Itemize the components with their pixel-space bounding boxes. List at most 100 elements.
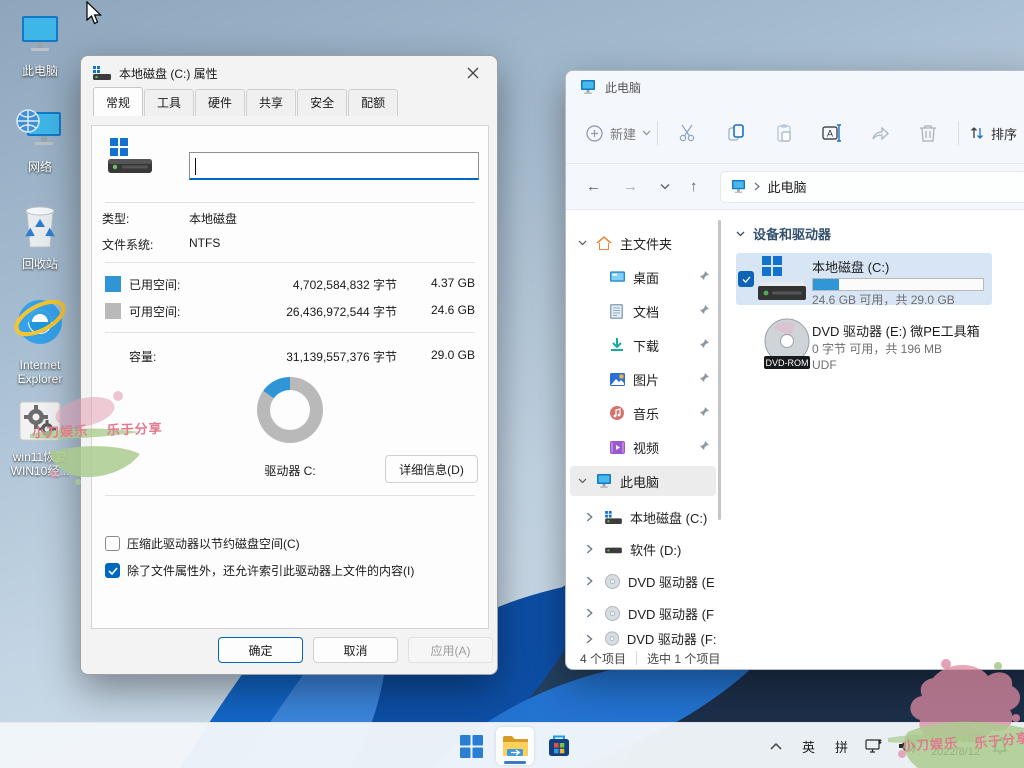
- tab-quota[interactable]: 配额: [348, 89, 398, 116]
- taskbar: 英 拼 14:55 2022/8/12: [0, 722, 1024, 768]
- sidebar-item-this-pc[interactable]: 此电脑: [570, 466, 716, 496]
- new-button[interactable]: 新建: [586, 124, 651, 143]
- sidebar-item-dvd-e[interactable]: DVD 驱动器 (E: [570, 566, 716, 596]
- tab-tools[interactable]: 工具: [144, 89, 194, 116]
- drive-icon: [93, 66, 111, 80]
- free-space-label: 可用空间:: [129, 303, 180, 320]
- explorer-body: 主文件夹 桌面 文档: [566, 210, 1024, 647]
- taskbar-microsoft-store[interactable]: [540, 727, 578, 765]
- tab-hardware[interactable]: 硬件: [195, 89, 245, 116]
- rename-button[interactable]: A: [808, 123, 856, 143]
- svg-text:A: A: [827, 129, 833, 139]
- dvd-icon: [605, 574, 620, 589]
- start-button[interactable]: [452, 727, 490, 765]
- status-selected-count: 选中 1 个项目: [647, 650, 720, 667]
- chevron-right-icon[interactable]: [586, 544, 593, 554]
- home-icon: [596, 236, 612, 250]
- filesystem-label: 文件系统:: [102, 236, 153, 253]
- index-checkbox[interactable]: [105, 563, 120, 578]
- music-icon: [610, 406, 624, 420]
- status-item-count: 4 个项目: [580, 650, 626, 667]
- sidebar-item-downloads[interactable]: 下载: [570, 330, 716, 360]
- index-checkbox-row[interactable]: 除了文件属性外，还允许索引此驱动器上文件的内容(I): [105, 562, 414, 579]
- ok-button[interactable]: 确定: [218, 637, 303, 663]
- chevron-right-icon[interactable]: [586, 512, 593, 522]
- desktop-icon-label: 此电脑: [2, 64, 78, 78]
- sidebar-item-dvd-clipped[interactable]: DVD 驱动器 (F:): [570, 630, 716, 647]
- compress-checkbox[interactable]: [105, 536, 120, 551]
- drive-tile-dvd-e[interactable]: DVD-ROM DVD 驱动器 (E:) 微PE工具箱 0 字节 可用，共 19…: [736, 315, 992, 373]
- cut-button[interactable]: [664, 123, 712, 143]
- hidden-icons-chevron[interactable]: [770, 742, 782, 750]
- sidebar-item-drive-c[interactable]: 本地磁盘 (C:): [570, 502, 716, 532]
- share-button[interactable]: [856, 123, 904, 143]
- cancel-button[interactable]: 取消: [313, 637, 398, 663]
- sidebar-item-videos[interactable]: 视频: [570, 432, 716, 462]
- drive-name: DVD 驱动器 (E:) 微PE工具箱: [812, 321, 980, 340]
- copy-button[interactable]: [712, 123, 760, 143]
- chevron-right-icon[interactable]: [586, 576, 593, 586]
- taskbar-file-explorer[interactable]: [496, 727, 534, 765]
- video-icon: [610, 441, 625, 454]
- volume-label-input[interactable]: [189, 152, 479, 180]
- speaker-icon[interactable]: [898, 738, 916, 754]
- copy-icon: [726, 123, 746, 143]
- sidebar-item-drive-d[interactable]: 软件 (D:): [570, 534, 716, 564]
- desktop-icon-this-pc[interactable]: 此电脑: [2, 14, 78, 78]
- sidebar-item-desktop[interactable]: 桌面: [570, 262, 716, 292]
- pictures-icon: [610, 373, 625, 386]
- desktop-icon-network[interactable]: 网络: [2, 108, 78, 174]
- chevron-right-icon[interactable]: [586, 608, 593, 618]
- download-arrow-icon: [610, 338, 624, 353]
- pin-icon: [699, 372, 710, 383]
- tab-sharing[interactable]: 共享: [246, 89, 296, 116]
- ime-pinyin[interactable]: 拼: [835, 737, 848, 756]
- tab-security[interactable]: 安全: [297, 89, 347, 116]
- apply-button[interactable]: 应用(A): [408, 637, 493, 663]
- clock-time: 14:55: [931, 733, 980, 746]
- desktop-icon-internet-explorer[interactable]: Internet Explorer: [2, 292, 78, 386]
- chevron-down-icon[interactable]: [578, 476, 590, 487]
- tab-general[interactable]: 常规: [93, 87, 143, 116]
- general-tab-page: 类型: 本地磁盘 文件系统: NTFS 已用空间: 4,702,584,832 …: [91, 125, 489, 629]
- close-icon[interactable]: [451, 58, 495, 88]
- desktop-icon-label: 网络: [2, 160, 78, 174]
- sidebar-item-pictures[interactable]: 图片: [570, 364, 716, 394]
- desktop-icon-label: Internet Explorer: [2, 358, 78, 386]
- sort-arrows-icon: [969, 125, 985, 141]
- delete-button[interactable]: [904, 123, 952, 143]
- chevron-down-icon[interactable]: [578, 238, 590, 249]
- sort-button[interactable]: 排序: [969, 124, 1017, 143]
- network-icon[interactable]: [865, 738, 884, 755]
- back-icon[interactable]: ←: [586, 178, 601, 195]
- section-devices-and-drives[interactable]: 设备和驱动器: [736, 224, 831, 243]
- forward-icon[interactable]: →: [623, 178, 638, 195]
- sidebar-item-music[interactable]: 音乐: [570, 398, 716, 428]
- dialog-titlebar[interactable]: 本地磁盘 (C:) 属性: [81, 56, 497, 90]
- breadcrumb[interactable]: 此电脑: [720, 171, 1024, 203]
- svg-text:DVD-ROM: DVD-ROM: [766, 358, 809, 368]
- sidebar-scrollbar[interactable]: [718, 220, 721, 520]
- drive-tile-c[interactable]: 本地磁盘 (C:) 24.6 GB 可用，共 29.0 GB: [736, 253, 992, 305]
- desktop-icon-win11-restore[interactable]: win11恢复 WIN10经...: [2, 400, 78, 478]
- paste-button[interactable]: [760, 123, 808, 143]
- ime-language-en[interactable]: 英: [802, 737, 815, 756]
- notification-bell-icon[interactable]: [990, 737, 1010, 755]
- compress-checkbox-row[interactable]: 压缩此驱动器以节约磁盘空间(C): [105, 535, 300, 552]
- explorer-titlebar[interactable]: 此电脑: [566, 71, 1024, 103]
- details-button[interactable]: 详细信息(D): [385, 455, 478, 483]
- desktop-folder-icon: [610, 271, 625, 284]
- selection-checkbox[interactable]: [738, 271, 754, 287]
- breadcrumb-item[interactable]: 此电脑: [768, 177, 807, 196]
- drive-icon: [605, 511, 622, 524]
- up-icon[interactable]: ↑: [690, 178, 698, 195]
- chevron-right-icon[interactable]: [586, 634, 593, 644]
- history-chevron-icon[interactable]: [660, 183, 670, 190]
- pin-icon: [699, 440, 710, 451]
- sidebar-item-dvd-f[interactable]: DVD 驱动器 (F: [570, 598, 716, 628]
- desktop-icon-recycle-bin[interactable]: 回收站: [2, 203, 78, 271]
- chevron-down-icon[interactable]: [736, 231, 745, 237]
- sidebar-item-home[interactable]: 主文件夹: [570, 228, 716, 258]
- taskbar-clock[interactable]: 14:55 2022/8/12: [931, 733, 980, 759]
- sidebar-item-documents[interactable]: 文档: [570, 296, 716, 326]
